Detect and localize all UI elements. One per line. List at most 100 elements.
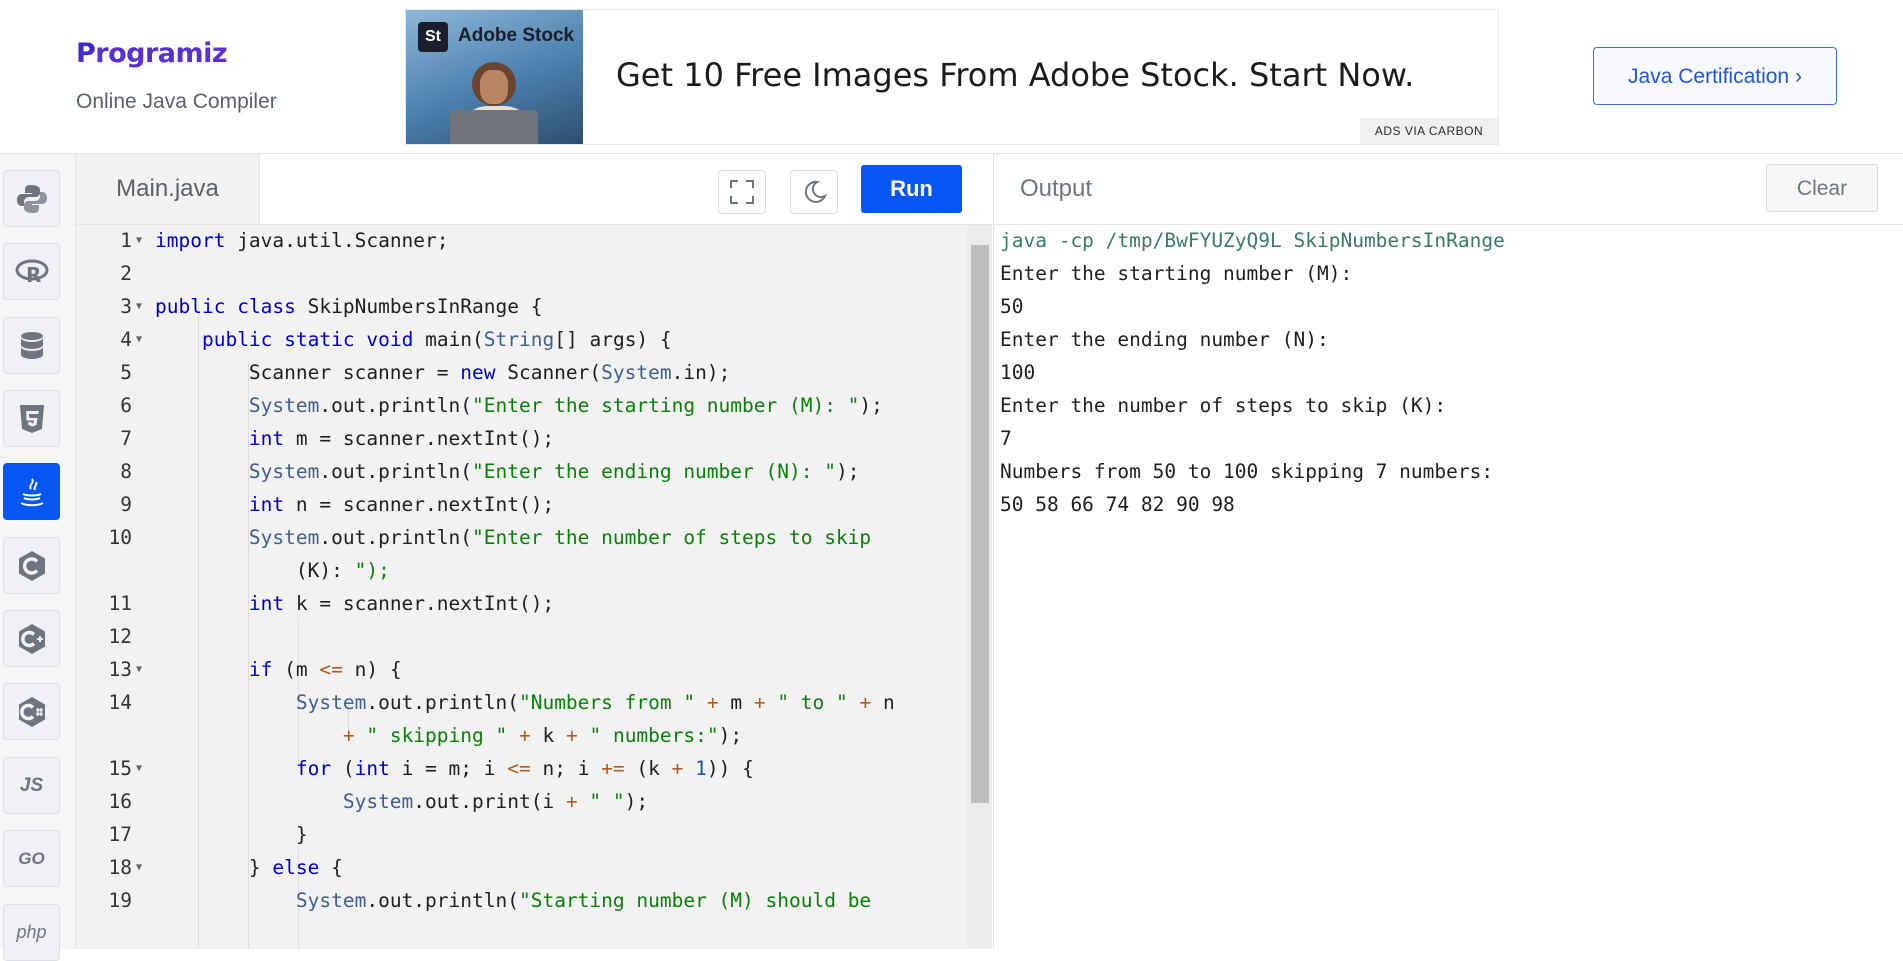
code-line: public class SkipNumbersInRange { bbox=[155, 295, 543, 318]
logo-subtitle: Online Java Compiler bbox=[76, 90, 277, 113]
fullscreen-button[interactable] bbox=[718, 170, 766, 214]
code-line: int n = scanner.nextInt(); bbox=[248, 493, 555, 516]
fold-toggle-icon[interactable]: ▼ bbox=[136, 862, 142, 873]
output-title: Output bbox=[1020, 175, 1093, 202]
output-line: 7 bbox=[1000, 427, 1012, 450]
sidebar-item-java[interactable] bbox=[3, 463, 60, 520]
fold-toggle-icon[interactable]: ▼ bbox=[136, 664, 142, 675]
scrollbar-thumb[interactable] bbox=[971, 245, 989, 803]
line-number: 11 bbox=[108, 592, 132, 615]
ad-person-face bbox=[480, 70, 508, 104]
code-line: System.out.println("Enter the starting n… bbox=[248, 394, 883, 417]
line-number: 5 bbox=[120, 361, 132, 384]
go-icon: GO bbox=[18, 848, 45, 868]
ad-banner[interactable]: St Adobe Stock Get 10 Free Images From A… bbox=[405, 9, 1499, 145]
logo-brand: Programiz bbox=[76, 38, 228, 69]
code-line: import java.util.Scanner; bbox=[155, 229, 449, 252]
output-line: 50 58 66 74 82 90 98 bbox=[1000, 493, 1235, 516]
csharp-icon bbox=[18, 696, 45, 727]
programiz-logo[interactable]: Programiz Online Java Compiler bbox=[76, 38, 277, 113]
code-line: public static void main(String[] args) { bbox=[201, 328, 672, 351]
sql-icon bbox=[20, 331, 43, 359]
fold-toggle-icon[interactable]: ▼ bbox=[136, 763, 142, 774]
code-line: System.out.println("Starting number (M) … bbox=[295, 889, 872, 912]
line-number: 4 bbox=[120, 328, 132, 351]
editor-toolbar: Main.java Run bbox=[76, 154, 992, 225]
c-icon bbox=[18, 550, 45, 581]
code-editor-panel: Main.java Run 1 2 3 4 5 6 7 8 9 10 11 12… bbox=[76, 154, 992, 949]
ad-laptop bbox=[450, 110, 538, 144]
cpp-icon bbox=[18, 623, 45, 654]
code-line: for (int i = m; i <= n; i += (k + 1)) { bbox=[295, 757, 754, 780]
code-line: } else { bbox=[155, 856, 343, 879]
java-icon bbox=[20, 477, 43, 506]
fold-toggle-icon[interactable]: ▼ bbox=[136, 235, 142, 246]
line-number: 8 bbox=[120, 460, 132, 483]
line-number: 2 bbox=[120, 262, 132, 285]
sidebar-item-c[interactable] bbox=[3, 537, 60, 594]
line-number: 15 bbox=[108, 757, 132, 780]
line-number: 6 bbox=[120, 394, 132, 417]
sidebar-item-js[interactable]: JS bbox=[3, 757, 60, 814]
moon-icon bbox=[804, 180, 828, 203]
output-line: 100 bbox=[1000, 361, 1036, 384]
line-number: 12 bbox=[108, 625, 132, 648]
code-line: System.out.print(i + " "); bbox=[342, 790, 649, 813]
sidebar-item-csharp[interactable] bbox=[3, 683, 60, 740]
svg-text:R: R bbox=[26, 263, 41, 287]
adobe-stock-badge: St bbox=[418, 22, 448, 52]
line-number: 18 bbox=[108, 856, 132, 879]
java-certification-button[interactable]: Java Certification › bbox=[1593, 47, 1837, 105]
run-button[interactable]: Run bbox=[861, 165, 962, 213]
fullscreen-icon bbox=[730, 180, 754, 204]
sidebar-item-php[interactable]: php bbox=[3, 904, 60, 961]
code-area[interactable]: 1 2 3 4 5 6 7 8 9 10 11 12 13 14 15 16 1… bbox=[76, 225, 992, 949]
line-number: 9 bbox=[120, 493, 132, 516]
ad-text[interactable]: Get 10 Free Images From Adobe Stock. Sta… bbox=[616, 56, 1414, 94]
line-number: 19 bbox=[108, 889, 132, 912]
fold-toggle-icon[interactable]: ▼ bbox=[136, 301, 142, 312]
clear-button[interactable]: Clear bbox=[1766, 164, 1878, 212]
output-line: Enter the ending number (N): bbox=[1000, 328, 1329, 351]
output-toolbar: Output Clear bbox=[994, 154, 1903, 225]
line-number: 14 bbox=[108, 691, 132, 714]
line-number: 10 bbox=[108, 526, 132, 549]
code-line-wrap: (K): "); bbox=[155, 559, 390, 582]
output-command-line: java -cp /tmp/BwFYUZyQ9L SkipNumbersInRa… bbox=[1000, 229, 1505, 252]
js-icon: JS bbox=[19, 774, 44, 796]
line-number: 3 bbox=[120, 295, 132, 318]
adobe-stock-label: Adobe Stock bbox=[458, 25, 575, 46]
code-line: System.out.println("Numbers from " + m +… bbox=[295, 691, 895, 714]
output-line: Numbers from 50 to 100 skipping 7 number… bbox=[1000, 460, 1494, 483]
fold-toggle-icon[interactable]: ▼ bbox=[136, 334, 142, 345]
sidebar-item-cpp[interactable] bbox=[3, 610, 60, 667]
code-line: if (m <= n) { bbox=[248, 658, 402, 681]
output-panel: Output Clear java -cp /tmp/BwFYUZyQ9L Sk… bbox=[993, 154, 1903, 949]
line-number: 17 bbox=[108, 823, 132, 846]
sidebar-item-go[interactable]: GO bbox=[3, 830, 60, 887]
html5-icon bbox=[19, 404, 44, 433]
r-icon: R bbox=[15, 259, 48, 287]
sidebar-item-html[interactable] bbox=[3, 390, 60, 447]
line-number: 16 bbox=[108, 790, 132, 813]
output-line: 50 bbox=[1000, 295, 1024, 318]
code-line: } bbox=[155, 823, 308, 846]
file-tab-main-java[interactable]: Main.java bbox=[76, 154, 260, 224]
line-number: 13 bbox=[108, 658, 132, 681]
sidebar-item-sql[interactable] bbox=[3, 317, 60, 374]
code-line: int k = scanner.nextInt(); bbox=[248, 592, 555, 615]
sidebar-item-r[interactable]: R bbox=[3, 243, 60, 300]
line-number: 1 bbox=[120, 229, 132, 252]
language-sidebar: R JS GO php bbox=[0, 154, 76, 961]
ad-image[interactable]: St Adobe Stock bbox=[406, 10, 583, 144]
ads-via-carbon[interactable]: ADS VIA CARBON bbox=[1360, 118, 1498, 144]
python-icon bbox=[16, 184, 47, 213]
output-line: Enter the starting number (M): bbox=[1000, 262, 1353, 285]
editor-scrollbar[interactable] bbox=[967, 225, 992, 949]
sidebar-item-python[interactable] bbox=[3, 170, 60, 227]
code-line: System.out.println("Enter the number of … bbox=[248, 526, 872, 549]
code-line: Scanner scanner = new Scanner(System.in)… bbox=[155, 361, 731, 384]
php-icon: php bbox=[16, 922, 47, 942]
theme-toggle-button[interactable] bbox=[790, 170, 838, 214]
code-line-wrap: + " skipping " + k + " numbers:"); bbox=[342, 724, 743, 747]
